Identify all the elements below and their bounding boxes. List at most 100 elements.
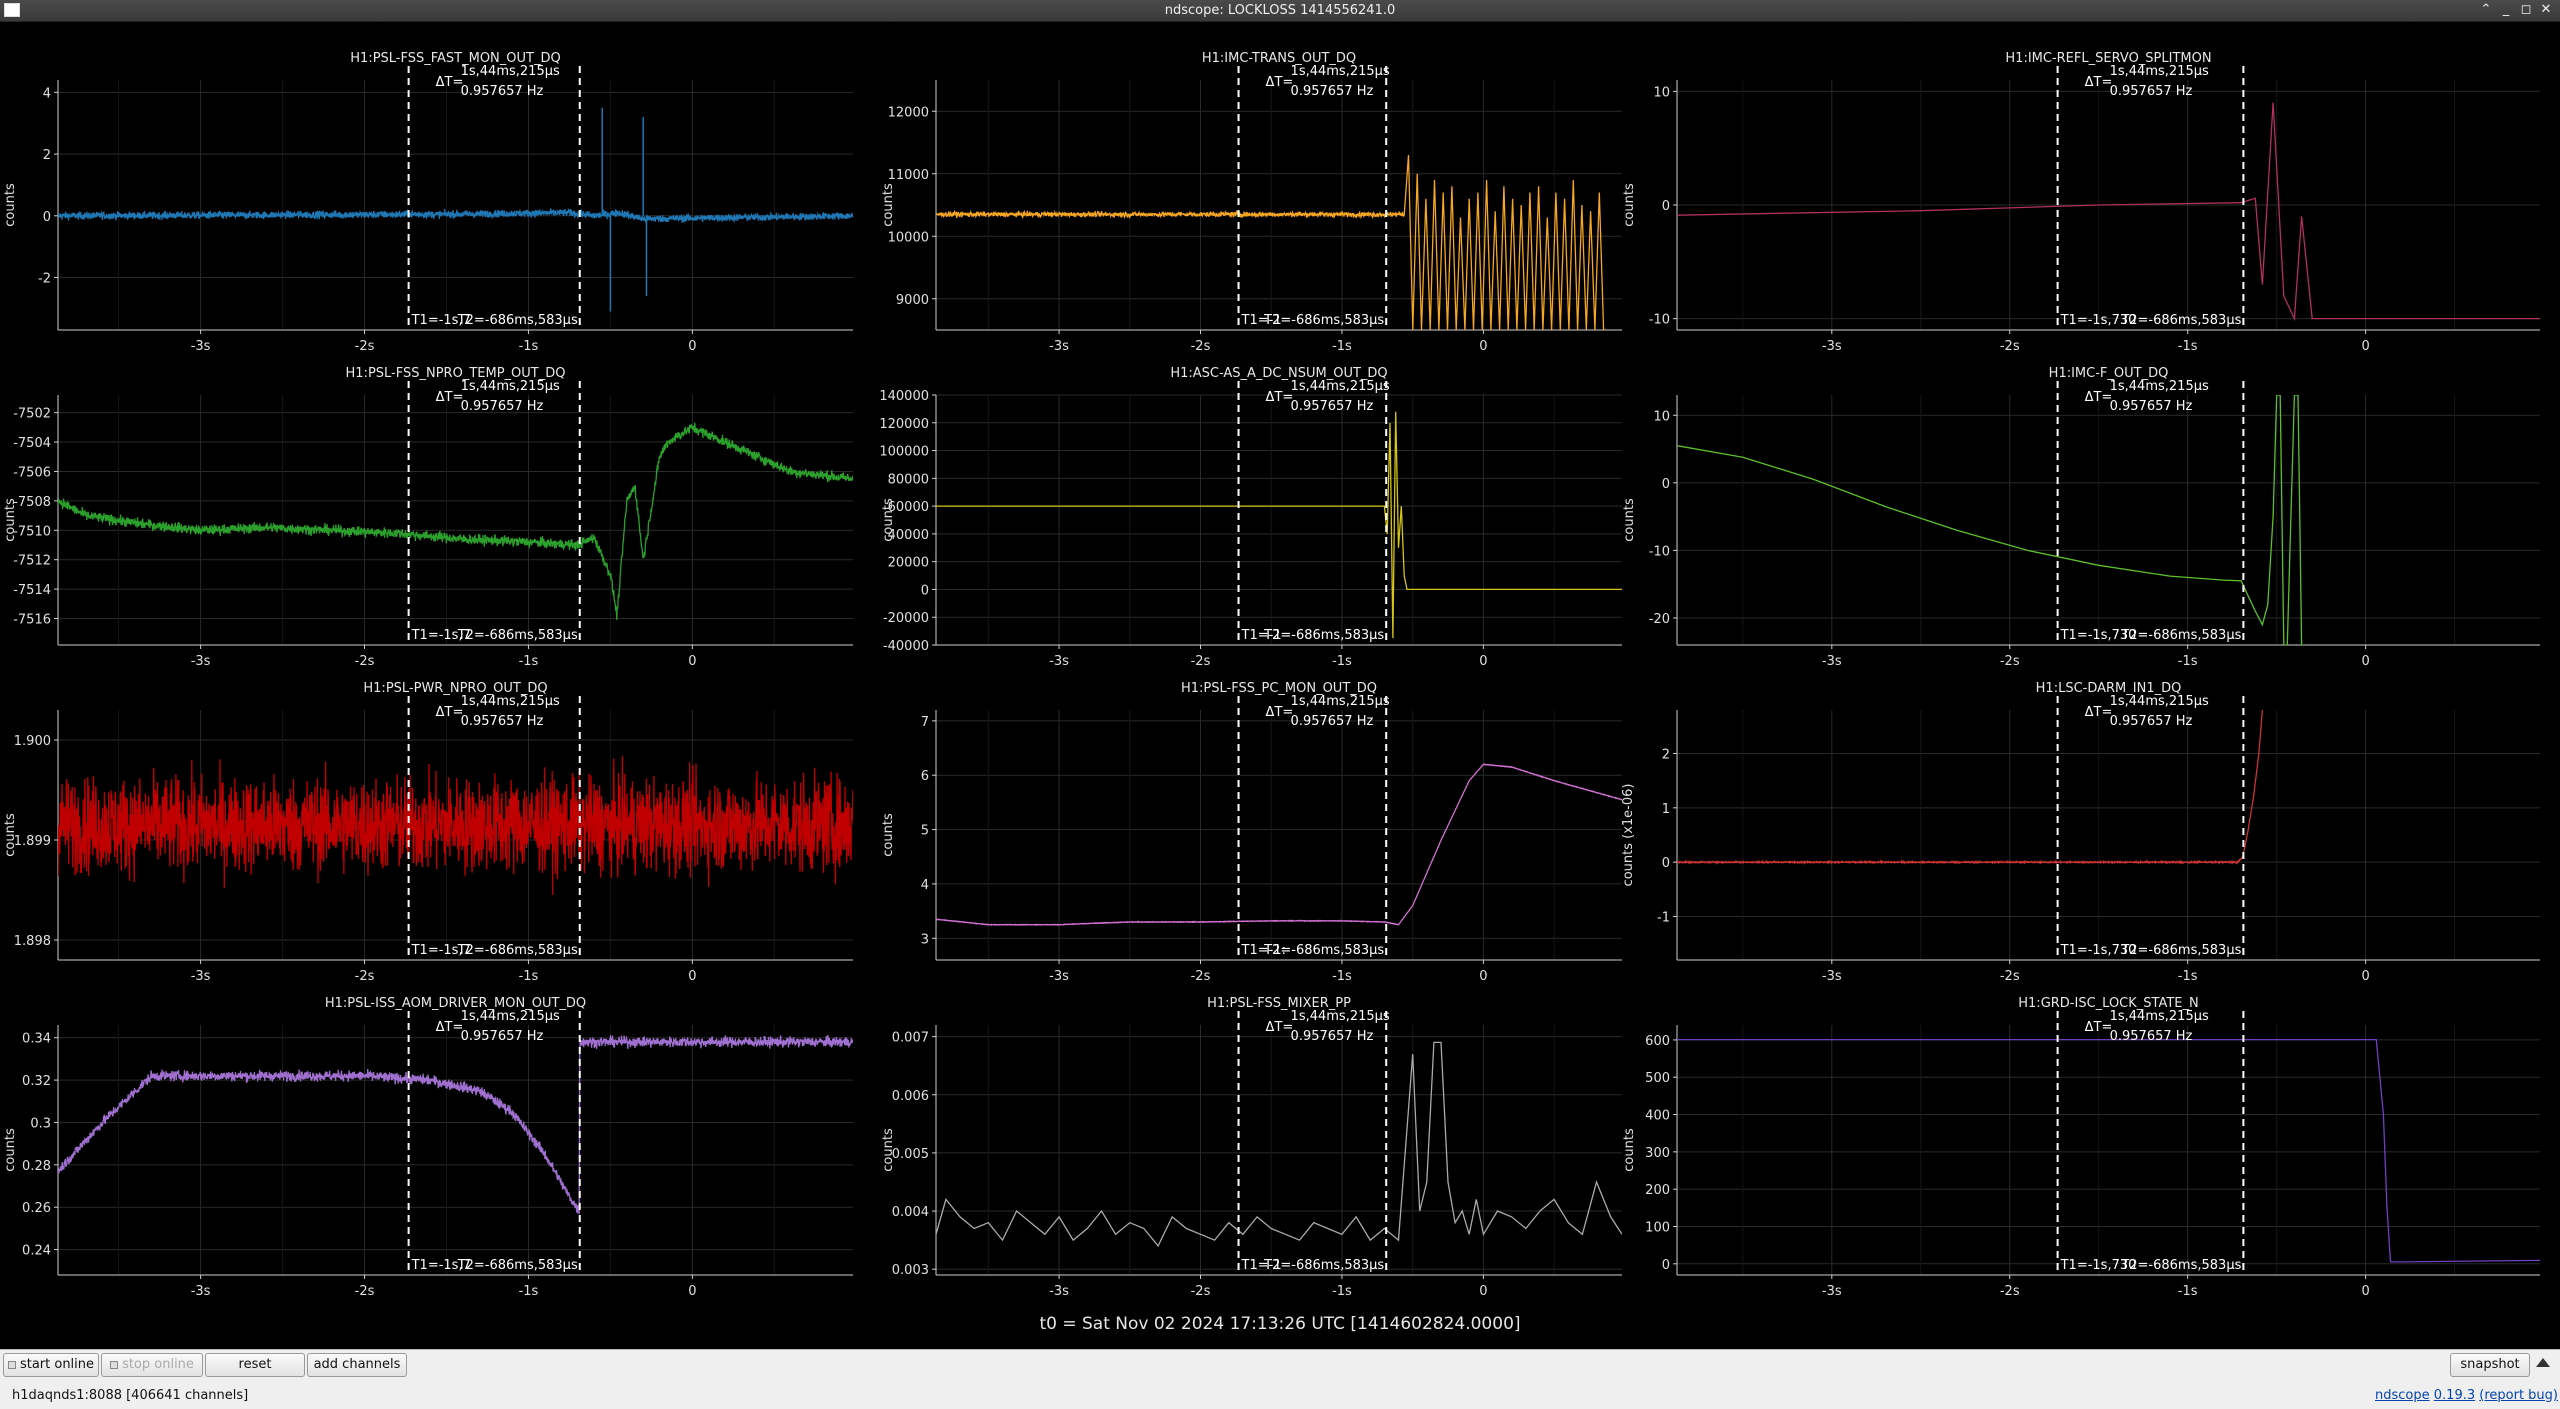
x-tick-label: -3s (1049, 969, 1069, 984)
series-line (936, 411, 1622, 639)
y-tick-label: 2 (1662, 747, 1670, 762)
x-tick-label: 0 (1479, 969, 1487, 984)
y-axis-label: counts (881, 813, 896, 857)
chart-11: 0.0070.0060.0050.0040.003-3s -2s -1s 0H1:PS… (881, 996, 1622, 1299)
chart-6: 100-10-20-3s -2s -1s 0H1:IMC-F_OUT_DQcounts… (1622, 366, 2540, 669)
minimize-icon[interactable]: _ (2498, 2, 2514, 18)
y-tick-label: 10000 (888, 230, 929, 245)
chart-2: 1200011000100009000-3s -2s -1s 0H1:IMC-TRAN… (881, 51, 1622, 354)
x-tick-label: -1s (1332, 1284, 1352, 1299)
t2-cursor-label: T2=-686ms,583µs (457, 943, 578, 958)
keep-above-icon[interactable]: ⌃ (2478, 2, 2494, 18)
y-tick-label: -2 (38, 272, 51, 287)
x-tick-label: 0 (1479, 339, 1487, 354)
y-tick-label: 0.26 (22, 1201, 51, 1216)
y-tick-label: -7512 (13, 554, 51, 569)
y-tick-label: -40000 (883, 639, 929, 654)
delta-f-value: 0.957657 Hz (2110, 714, 2193, 729)
start-online-button[interactable]: start online (3, 1353, 99, 1377)
x-tick-label: -1s (519, 969, 539, 984)
y-tick-label: 500 (1645, 1071, 1670, 1086)
series-line (936, 1041, 1622, 1248)
delta-t-label: ΔT= (436, 390, 464, 405)
delta-t-label: ΔT= (1266, 705, 1294, 720)
x-tick-label: -2s (1191, 1284, 1211, 1299)
y-tick-label: 0 (1662, 856, 1670, 871)
y-axis-label: counts (3, 1128, 18, 1172)
x-tick-label: -1s (1332, 969, 1352, 984)
delta-t-label: ΔT= (1266, 390, 1294, 405)
delta-f-value: 0.957657 Hz (461, 714, 544, 729)
plots-svg[interactable]: 420-2-3s -2s -1s 0H1:PSL-FSS_FAST_MON_OUT_D… (0, 22, 2560, 1312)
y-tick-label: -7510 (13, 524, 51, 539)
delta-t-label: ΔT= (436, 1020, 464, 1035)
x-tick-label: -1s (2178, 969, 2198, 984)
x-tick-label: -2s (2000, 339, 2020, 354)
x-tick-label: 0 (688, 969, 696, 984)
y-tick-label: 1.899 (14, 834, 51, 849)
report-bug-link[interactable]: (report bug) (2479, 1388, 2558, 1403)
stop-online-button[interactable]: stop online (101, 1353, 203, 1377)
x-tick-label: -3s (191, 1284, 211, 1299)
version-prefix-link[interactable]: ndscope (2375, 1388, 2430, 1403)
delta-f-value: 0.957657 Hz (1291, 399, 1374, 414)
window-titlebar: ndscope: LOCKLOSS 1414556241.0 ⌃ _ ◻ ✕ (0, 0, 2560, 22)
chart-5: 140000120000100000800006000040000200000-… (879, 366, 1622, 669)
t2-cursor-label: T2=-686ms,583µs (457, 628, 578, 643)
y-tick-label: 12000 (888, 105, 929, 120)
series-line (58, 422, 853, 621)
delta-t-label: ΔT= (2085, 75, 2113, 90)
series-line (1677, 395, 2306, 645)
x-tick-label: -1s (2178, 1284, 2198, 1299)
x-tick-label: -1s (2178, 654, 2198, 669)
y-tick-label: 4 (921, 878, 929, 893)
t2-cursor-label: T2=-686ms,583µs (457, 1258, 578, 1273)
y-tick-label: -7506 (13, 465, 51, 480)
series-group (1677, 710, 2264, 866)
y-tick-label: 2 (43, 148, 51, 163)
x-tick-label: -2s (1191, 969, 1211, 984)
expand-arrow-icon[interactable] (2536, 1358, 2550, 1367)
series-line (1677, 1038, 2540, 1263)
y-tick-label: 0.004 (892, 1205, 929, 1220)
y-tick-label: -7514 (13, 583, 51, 598)
y-tick-label: 0.003 (892, 1263, 929, 1278)
series-line (58, 1034, 853, 1215)
series-group (1677, 1038, 2540, 1263)
t2-cursor-label: T2=-686ms,583µs (2120, 628, 2241, 643)
series-line (936, 763, 1622, 926)
x-tick-label: -3s (1822, 339, 1842, 354)
window-title: ndscope: LOCKLOSS 1414556241.0 (1164, 3, 1396, 18)
x-tick-label: 0 (2361, 339, 2369, 354)
stop-icon (110, 1360, 119, 1369)
plot-grid[interactable]: 4 2 0 -2 -3s -2s -1s 0 H1:PSL-FSS_FAST_MON_OUT_D… (0, 22, 2560, 1349)
y-axis-label: counts (1622, 183, 1637, 227)
x-tick-label: -2s (2000, 969, 2020, 984)
x-tick-label: -1s (1332, 654, 1352, 669)
reset-button[interactable]: reset (205, 1353, 305, 1377)
delta-t-value: 1s,44ms,215µs (1291, 379, 1390, 394)
close-icon[interactable]: ✕ (2538, 2, 2554, 18)
series-group (58, 755, 853, 895)
delta-t-value: 1s,44ms,215µs (2110, 694, 2209, 709)
version-link[interactable]: 0.19.3 (2434, 1388, 2475, 1403)
start-icon (7, 1360, 16, 1369)
y-axis-label: counts (3, 498, 18, 542)
delta-t-value: 1s,44ms,215µs (461, 1009, 560, 1024)
series-line (1677, 102, 2540, 322)
delta-t-value: 1s,44ms,215µs (461, 64, 560, 79)
y-axis-label: counts (3, 183, 18, 227)
delta-f-value: 0.957657 Hz (1291, 714, 1374, 729)
toolbar: start online stop online reset add chann… (0, 1349, 2560, 1409)
chart-1: 420-2-3s -2s -1s 0H1:PSL-FSS_FAST_MON_OUT_D… (3, 51, 853, 354)
series-line (58, 755, 853, 895)
t2-cursor-label: T2=-686ms,583µs (2120, 943, 2241, 958)
y-tick-label: 120000 (879, 417, 929, 432)
snapshot-button[interactable]: snapshot (2450, 1353, 2530, 1377)
add-channels-button[interactable]: add channels (307, 1353, 407, 1377)
y-tick-label: 9000 (896, 293, 929, 308)
y-tick-label: -7516 (13, 613, 51, 628)
t2-cursor-label: T2=-686ms,583µs (1263, 1258, 1384, 1273)
t0-label: t0 = Sat Nov 02 2024 17:13:26 UTC [14146… (1039, 1314, 1521, 1334)
maximize-icon[interactable]: ◻ (2518, 2, 2534, 18)
